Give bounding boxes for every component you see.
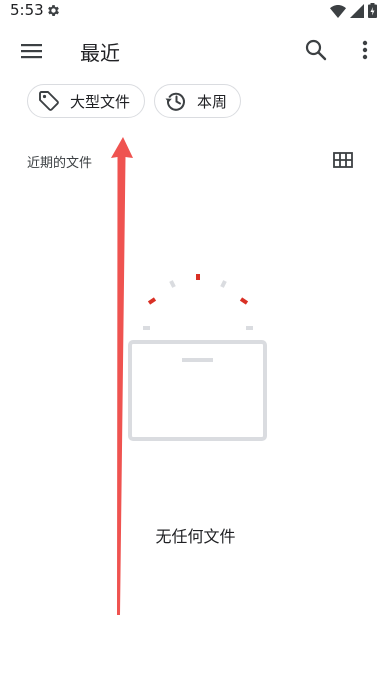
app-bar: 最近 (0, 28, 391, 74)
overlay-arrow (111, 137, 133, 615)
empty-state-message: 无任何文件 (155, 527, 236, 546)
this-week-chip[interactable]: 本周 (154, 84, 241, 118)
status-bar: 5:53 (0, 0, 391, 24)
wifi-icon (330, 4, 346, 18)
tag-icon (39, 91, 59, 111)
settings-gear-icon (48, 5, 59, 16)
recent-files-heading: 近期的文件 (27, 156, 93, 171)
history-icon (165, 92, 185, 111)
large-files-label: 大型文件 (70, 92, 131, 111)
battery-icon (368, 3, 377, 18)
large-files-chip[interactable]: 大型文件 (27, 84, 145, 118)
grid-view-icon[interactable] (333, 150, 353, 170)
this-week-label: 本周 (197, 92, 228, 111)
menu-icon[interactable] (18, 37, 46, 65)
search-icon[interactable] (303, 37, 329, 63)
cell-signal-icon (350, 3, 364, 18)
status-time: 5:53 (10, 1, 44, 19)
status-icons (330, 3, 377, 18)
page-title: 最近 (80, 41, 120, 65)
empty-folder-illustration (128, 274, 267, 441)
more-vert-icon[interactable] (355, 37, 375, 63)
